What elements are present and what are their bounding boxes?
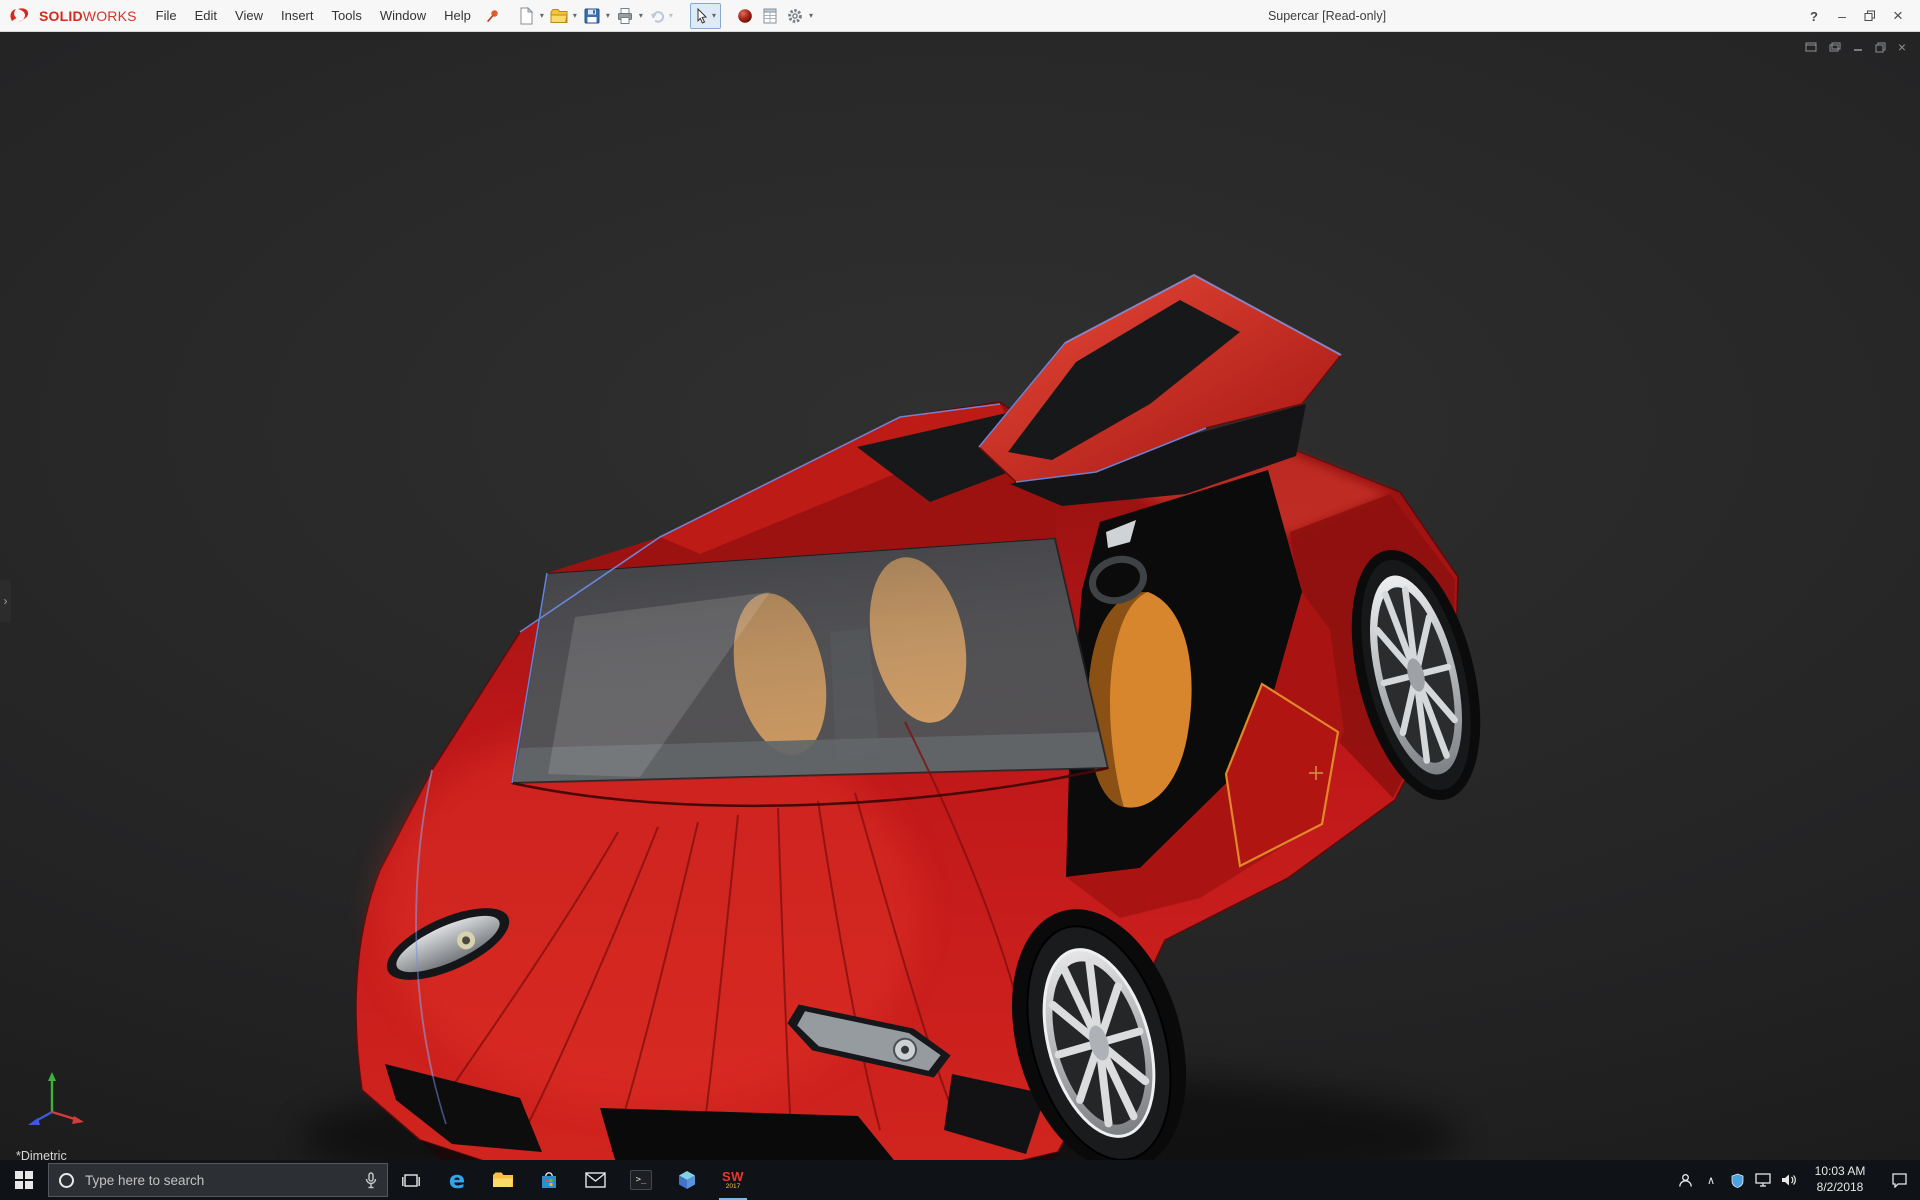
microsoft-store-icon (539, 1170, 559, 1190)
people-button[interactable] (1672, 1160, 1698, 1200)
document-title: Supercar [Read-only] (1268, 0, 1386, 32)
shield-icon (1731, 1173, 1744, 1188)
taskbar-app-command-prompt[interactable]: >_ (618, 1160, 664, 1200)
menu-help[interactable]: Help (435, 0, 480, 32)
help-button[interactable]: ? (1800, 0, 1828, 32)
windows-taskbar: e >_ (0, 1160, 1920, 1200)
menu-file[interactable]: File (147, 0, 186, 32)
menu-tools[interactable]: Tools (323, 0, 371, 32)
save-button[interactable] (580, 3, 604, 29)
microphone-icon[interactable] (365, 1172, 377, 1189)
file-explorer-icon (492, 1171, 514, 1189)
clock-time: 10:03 AM (1815, 1164, 1866, 1180)
network-icon (1755, 1173, 1771, 1187)
close-button[interactable]: × (1884, 0, 1912, 32)
start-button[interactable] (0, 1160, 48, 1200)
speaker-icon (1781, 1173, 1797, 1187)
taskbar-clock[interactable]: 10:03 AM 8/2/2018 (1802, 1160, 1878, 1200)
taskbar-app-edge[interactable]: e (434, 1160, 480, 1200)
task-view-button[interactable] (388, 1160, 434, 1200)
action-center-button[interactable] (1878, 1160, 1920, 1200)
edge-icon: e (449, 1168, 465, 1192)
taskbar-app-file-explorer[interactable] (480, 1160, 526, 1200)
graphics-viewport[interactable]: × › (0, 32, 1920, 1160)
pushpin-icon (486, 9, 500, 23)
titlebar: SOLIDWORKS File Edit View Insert Tools W… (0, 0, 1920, 32)
undo-button[interactable]: ▾ (646, 3, 678, 29)
taskbar-app-3d-viewer[interactable] (664, 1160, 710, 1200)
taskbar-app-solidworks[interactable]: SW 2017 (710, 1160, 756, 1200)
menu-insert[interactable]: Insert (272, 0, 323, 32)
doc-window-icon[interactable] (1805, 40, 1817, 54)
gear-icon (786, 7, 804, 25)
undo-dropdown[interactable]: ▾ (667, 3, 675, 29)
new-document-button[interactable] (514, 3, 538, 29)
select-cursor-icon (693, 7, 710, 25)
solidworks-brand: SOLIDWORKS (0, 7, 147, 24)
doc-restore-icon[interactable] (1875, 40, 1886, 54)
open-button[interactable] (547, 3, 571, 29)
windows-logo-icon (15, 1171, 33, 1189)
cortana-icon (59, 1173, 74, 1188)
save-icon (583, 7, 601, 25)
select-tool-button[interactable]: ▾ (690, 3, 721, 29)
standard-toolbar: ▾ ▾ ▾ (514, 3, 815, 29)
command-prompt-icon: >_ (630, 1170, 652, 1190)
coordinate-triad (24, 1068, 88, 1126)
taskbar-apps: e >_ (434, 1160, 756, 1200)
new-document-dropdown[interactable]: ▾ (538, 3, 546, 29)
viewport-canvas-supercar-model[interactable] (0, 32, 1920, 1160)
options-button[interactable] (783, 3, 807, 29)
search-input[interactable] (83, 1172, 356, 1189)
brand-name: SOLIDWORKS (39, 8, 137, 24)
menu-window[interactable]: Window (371, 0, 435, 32)
menu-bar: File Edit View Insert Tools Window Help (147, 0, 480, 32)
restore-icon (1864, 10, 1876, 22)
taskbar-app-store[interactable] (526, 1160, 572, 1200)
options-dropdown[interactable]: ▾ (807, 3, 815, 29)
document-window-controls: × (1805, 40, 1906, 54)
new-document-icon (517, 7, 535, 25)
solidworks-2017-icon: SW 2017 (722, 1170, 744, 1191)
menu-view[interactable]: View (226, 0, 272, 32)
print-dropdown[interactable]: ▾ (637, 3, 645, 29)
taskbar-app-mail[interactable] (572, 1160, 618, 1200)
appearance-button[interactable] (733, 3, 757, 29)
minimize-button[interactable]: – (1828, 0, 1856, 32)
system-tray: ∧ 10:03 AM 8/2/2018 (1672, 1160, 1920, 1200)
doc-minimize-icon[interactable] (1853, 40, 1863, 54)
task-view-icon (402, 1173, 420, 1188)
open-dropdown[interactable]: ▾ (571, 3, 579, 29)
doc-cascade-icon[interactable] (1829, 40, 1841, 54)
network-tray-icon[interactable] (1750, 1160, 1776, 1200)
action-center-icon (1891, 1173, 1908, 1188)
save-dropdown[interactable]: ▾ (604, 3, 612, 29)
select-tool-dropdown[interactable]: ▾ (710, 3, 718, 29)
feature-manager-collapse-tab[interactable]: › (0, 580, 11, 622)
mail-icon (585, 1172, 606, 1188)
view-orientation-label: *Dimetric (16, 1149, 67, 1163)
undo-icon (649, 7, 667, 25)
3d-cube-icon (677, 1170, 697, 1190)
print-button[interactable] (613, 3, 637, 29)
properties-sheet-icon (761, 7, 779, 25)
appearance-sphere-icon (736, 7, 754, 25)
solidworks-logo-icon (8, 7, 34, 24)
clock-date: 8/2/2018 (1817, 1180, 1864, 1196)
defender-tray-icon[interactable] (1724, 1160, 1750, 1200)
pin-menu-button[interactable] (486, 9, 500, 23)
person-icon (1678, 1173, 1693, 1188)
show-hidden-icons-button[interactable]: ∧ (1698, 1160, 1724, 1200)
doc-close-icon[interactable]: × (1898, 40, 1906, 54)
menu-edit[interactable]: Edit (186, 0, 226, 32)
restore-button[interactable] (1856, 0, 1884, 32)
properties-button[interactable] (758, 3, 782, 29)
open-folder-icon (550, 7, 568, 25)
print-icon (616, 7, 634, 25)
app-window-controls: ? – × (1800, 0, 1912, 32)
volume-tray-icon[interactable] (1776, 1160, 1802, 1200)
taskbar-search[interactable] (48, 1163, 388, 1197)
